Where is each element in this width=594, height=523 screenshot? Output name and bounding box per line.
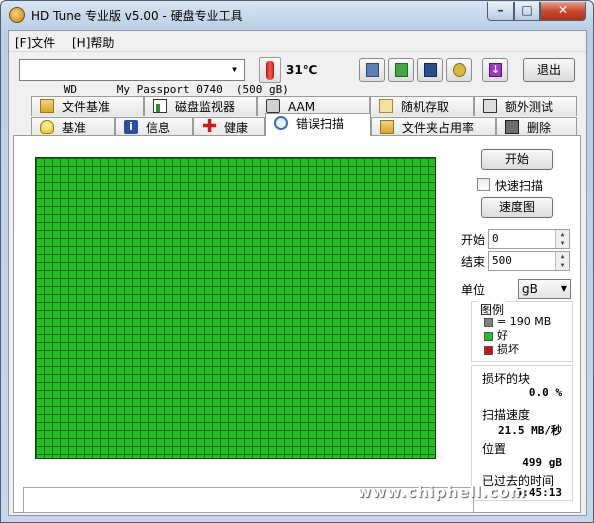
block-map [35,157,436,459]
monitor-graph-icon [153,99,167,113]
options-button[interactable] [446,58,472,82]
copy-text-icon [366,63,379,77]
tab-erase[interactable]: 删除 [496,117,577,137]
position-value: 499 gB [522,456,562,469]
client-area: [F]文件 [H]帮助 WD My Passport 0740 (500 gB)… [8,30,587,516]
end-label: 结束 [461,255,486,269]
folder-icon [380,120,394,134]
folder-icon [40,99,54,113]
title-bar[interactable]: HD Tune 专业版 v5.00 - 硬盘专业工具 – □ ✕ [1,1,593,29]
magnifier-icon [274,116,288,130]
close-button[interactable]: ✕ [540,2,586,21]
start-spinner[interactable]: ▲ ▼ [555,230,569,248]
legend-item-good: 好 [484,330,508,342]
copy-screen-button[interactable] [388,58,414,82]
tab-random-access[interactable]: 随机存取 [370,96,474,116]
scan-speed-value: 21.5 MB/秒 [498,424,562,437]
chart-icon [483,99,497,113]
legend-swatch-red [484,345,493,355]
save-button[interactable] [417,58,443,82]
lightbulb-icon [40,120,54,134]
legend-swatch-gray [484,317,493,327]
drive-select[interactable]: WD My Passport 0740 (500 gB) ▼ [19,59,289,96]
copy-text-button[interactable] [359,58,385,82]
dice-icon [379,99,393,113]
damaged-blocks-value: 0.0 % [528,386,562,399]
tab-file-benchmark[interactable]: 文件基准 [31,96,144,116]
start-value: 0 [492,232,499,245]
options-icon [453,63,466,77]
legend-swatch-green [484,331,493,341]
unit-select[interactable]: gB ▼ [518,279,571,299]
legend-item-damaged: 损坏 [484,344,519,356]
unit-label: 单位 [461,283,486,297]
position-label: 位置 [482,442,507,456]
app-window: HD Tune 专业版 v5.00 - 硬盘专业工具 – □ ✕ [F]文件 [… [0,0,594,523]
drive-select-value: WD My Passport 0740 (500 gB) [63,83,289,96]
quick-scan-label: 快速扫描 [495,179,544,193]
end-spinner[interactable]: ▲ ▼ [555,252,569,270]
tab-info[interactable]: i 信息 [115,117,193,137]
app-icon [9,7,25,23]
tab-extra-tests[interactable]: 额外测试 [474,96,577,116]
health-cross-icon: ✚ [202,116,218,137]
trash-icon [505,120,519,134]
chevron-down-icon: ▼ [232,65,237,74]
download-icon: ↓ [489,63,502,77]
start-label: 开始 [461,233,486,247]
scan-stats: 损坏的块 0.0 % 扫描速度 21.5 MB/秒 位置 499 gB 已过去的… [471,365,573,501]
legend: 图例 = 190 MB 好 损坏 [471,301,573,362]
window-title: HD Tune 专业版 v5.00 - 硬盘专业工具 [31,9,243,23]
unit-value: gB [522,282,538,296]
legend-item-block-size: = 190 MB [484,316,551,328]
menu-divider [9,51,586,52]
tab-folder-usage[interactable]: 文件夹占用率 [371,117,496,137]
scan-speed-label: 扫描速度 [482,408,531,422]
speaker-icon [266,99,280,113]
quick-scan-checkbox[interactable] [477,178,490,191]
start-input[interactable]: 0 ▲ ▼ [488,229,570,249]
menu-bar: [F]文件 [H]帮助 [9,31,586,51]
speed-map-button[interactable]: 速度图 [481,197,553,218]
damaged-blocks-label: 损坏的块 [482,372,531,386]
start-scan-button[interactable]: 开始 [481,149,553,170]
block-map-cells [36,158,435,458]
tab-disk-monitor[interactable]: 磁盘监视器 [144,96,257,116]
minimize-button[interactable]: – [487,2,514,21]
menu-file[interactable]: [F]文件 [15,34,55,51]
tab-error-scan[interactable]: 错误扫描 [265,113,371,136]
menu-help[interactable]: [H]帮助 [72,34,114,51]
chevron-down-icon: ▼ [560,284,567,293]
end-input[interactable]: 500 ▲ ▼ [488,251,570,271]
info-icon: i [124,120,138,134]
tab-benchmark[interactable]: 基准 [31,117,115,137]
save-icon [424,63,437,77]
maximize-button[interactable]: □ [514,2,540,21]
tab-health[interactable]: ✚ 健康 [193,117,265,137]
end-value: 500 [492,254,512,267]
thermometer-icon [259,57,281,83]
download-button[interactable]: ↓ [482,58,508,82]
exit-button[interactable]: 退出 [523,58,575,82]
temperature-readout: 31℃ [286,63,318,77]
copy-screen-icon [395,63,408,77]
watermark: www.chiphell.com [357,483,527,501]
